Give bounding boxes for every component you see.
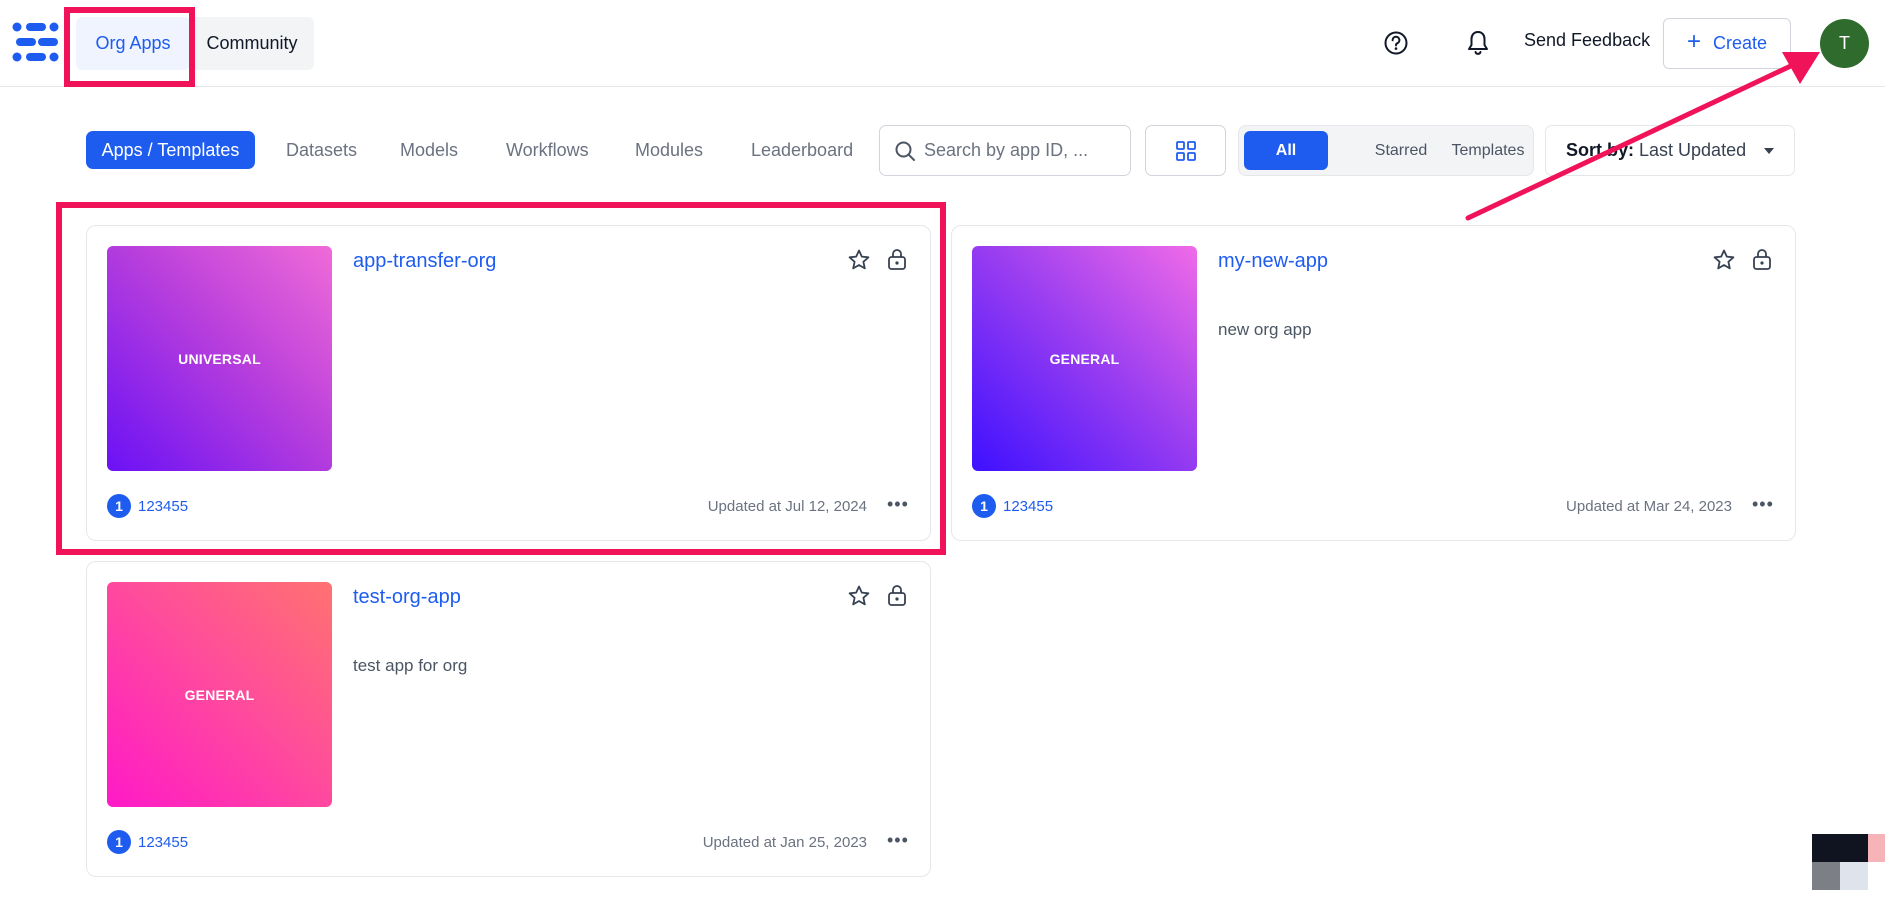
lock-icon (1753, 249, 1771, 270)
star-icon[interactable] (1712, 248, 1736, 272)
app-title[interactable]: my-new-app (1218, 250, 1328, 273)
lock-icon (888, 585, 906, 606)
tab-leaderboard[interactable]: Leaderboard (751, 131, 853, 169)
search-input[interactable] (924, 140, 1094, 161)
updated-date: Updated at Jul 12, 2024 (707, 498, 867, 515)
corner-block (1812, 862, 1840, 890)
lock-icon (888, 249, 906, 270)
app-card[interactable]: GENERAL test-org-app test app for org 1 … (86, 561, 931, 877)
thumbnail-label: GENERAL (1049, 350, 1120, 367)
owner-id[interactable]: 123455 (138, 498, 188, 515)
more-icon[interactable]: ••• (887, 831, 909, 849)
help-button[interactable] (1381, 28, 1411, 58)
more-icon[interactable]: ••• (887, 495, 909, 513)
search-icon (895, 141, 915, 161)
updated-date: Updated at Jan 25, 2023 (702, 834, 867, 851)
tab-models[interactable]: Models (400, 131, 458, 169)
app-title[interactable]: test-org-app (353, 586, 461, 609)
owner-badge: 1 (107, 830, 131, 854)
help-icon (1384, 31, 1408, 55)
owner-badge: 1 (972, 494, 996, 518)
tab-org-apps[interactable]: Org Apps (76, 17, 190, 70)
app-thumbnail[interactable]: GENERAL (107, 582, 332, 807)
app-thumbnail[interactable]: GENERAL (972, 246, 1197, 471)
tab-apps-templates[interactable]: Apps / Templates (86, 131, 255, 169)
thumbnail-label: UNIVERSAL (178, 350, 261, 367)
more-icon[interactable]: ••• (1752, 495, 1774, 513)
corner-block (1840, 862, 1868, 890)
segment-all[interactable]: All (1244, 131, 1328, 170)
segment-starred[interactable]: Starred (1356, 131, 1446, 170)
corner-block (1868, 834, 1885, 862)
owner-badge: 1 (107, 494, 131, 518)
owner-id[interactable]: 123455 (1003, 498, 1053, 515)
tab-workflows[interactable]: Workflows (506, 131, 589, 169)
star-icon[interactable] (847, 584, 871, 608)
app-title[interactable]: app-transfer-org (353, 250, 496, 273)
star-icon[interactable] (847, 248, 871, 272)
tab-datasets[interactable]: Datasets (286, 131, 357, 169)
grid-view-button[interactable] (1145, 125, 1226, 176)
corner-block (1812, 834, 1868, 862)
updated-date: Updated at Mar 24, 2023 (1566, 498, 1732, 515)
tab-modules[interactable]: Modules (635, 131, 703, 169)
app-description: test app for org (353, 656, 468, 675)
search-box (879, 125, 1131, 176)
tab-community[interactable]: Community (190, 17, 314, 70)
owner-id[interactable]: 123455 (138, 834, 188, 851)
logo-icon[interactable] (12, 20, 60, 64)
thumbnail-label: GENERAL (184, 686, 255, 703)
annotation-arrow (1465, 52, 1820, 221)
app-card[interactable]: UNIVERSAL app-transfer-org 1 123455 Upda… (86, 225, 931, 541)
app-thumbnail[interactable]: UNIVERSAL (107, 246, 332, 471)
grid-icon (1175, 140, 1196, 161)
app-description: new org app (1218, 320, 1312, 339)
app-card[interactable]: GENERAL my-new-app new org app 1 123455 … (951, 225, 1796, 541)
